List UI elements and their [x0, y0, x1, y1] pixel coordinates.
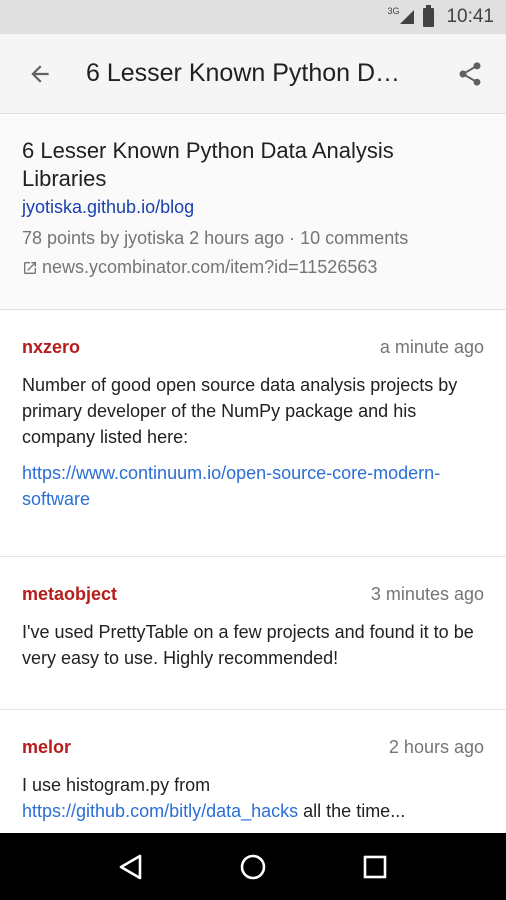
story-hn-link-text: news.ycombinator.com/item?id=11526563 [42, 257, 378, 277]
share-icon [459, 61, 481, 86]
system-nav-bar [0, 833, 506, 900]
comment-username[interactable]: metaobject [22, 584, 117, 605]
comment-text-before: I use histogram.py from [22, 775, 211, 795]
story-title: 6 Lesser Known Python Data Analysis Libr… [22, 138, 394, 191]
page-title: 6 Lesser Known Python D… [86, 59, 401, 87]
status-bar: 3G 10:41 [0, 0, 506, 34]
comment-text-after: all the time... [298, 801, 406, 821]
comment-time: 3 minutes ago [370, 584, 484, 604]
comment-text: I use histogram.py from https://github.c… [22, 772, 484, 824]
story-hn-link[interactable]: news.ycombinator.com/item?id=11526563 [22, 257, 484, 278]
story-meta: 78 points by jyotiska 2 hours ago · 10 c… [22, 228, 409, 248]
external-link-icon [24, 261, 36, 274]
comment-item: melor 2 hours ago I use histogram.py fro… [0, 711, 506, 841]
story-header: 6 Lesser Known Python Data Analysis Libr… [0, 115, 506, 310]
comment-username[interactable]: nxzero [22, 337, 80, 358]
comment-item: nxzero a minute ago Number of good open … [0, 311, 506, 557]
back-button[interactable] [0, 34, 80, 114]
battery-icon [423, 4, 435, 27]
status-time: 10:41 [446, 6, 494, 27]
comment-time: a minute ago [379, 337, 484, 357]
nav-recents-button[interactable] [351, 843, 399, 891]
back-arrow-icon [31, 64, 49, 83]
comment-item: metaobject 3 minutes ago I've used Prett… [0, 558, 506, 710]
story-domain-link[interactable]: jyotiska.github.io/blog [22, 197, 484, 218]
share-button[interactable] [440, 34, 500, 114]
comment-text: Number of good open source data analysis… [22, 375, 458, 447]
network-type: 3G [387, 6, 400, 16]
comment-username[interactable]: melor [22, 737, 71, 758]
home-circle-icon [240, 854, 266, 879]
back-triangle-icon [119, 854, 142, 879]
signal-icon [400, 10, 415, 24]
app-bar: 6 Lesser Known Python D… [0, 34, 506, 114]
nav-home-button[interactable] [229, 843, 277, 891]
comment-time: 2 hours ago [388, 737, 484, 757]
comment-text: I've used PrettyTable on a few projects … [22, 622, 474, 668]
comment-link[interactable]: https://github.com/bitly/data_hacks [22, 801, 298, 821]
recents-square-icon [363, 855, 387, 878]
nav-back-button[interactable] [107, 843, 155, 891]
comment-link[interactable]: https://www.continuum.io/open-source-cor… [22, 463, 440, 509]
